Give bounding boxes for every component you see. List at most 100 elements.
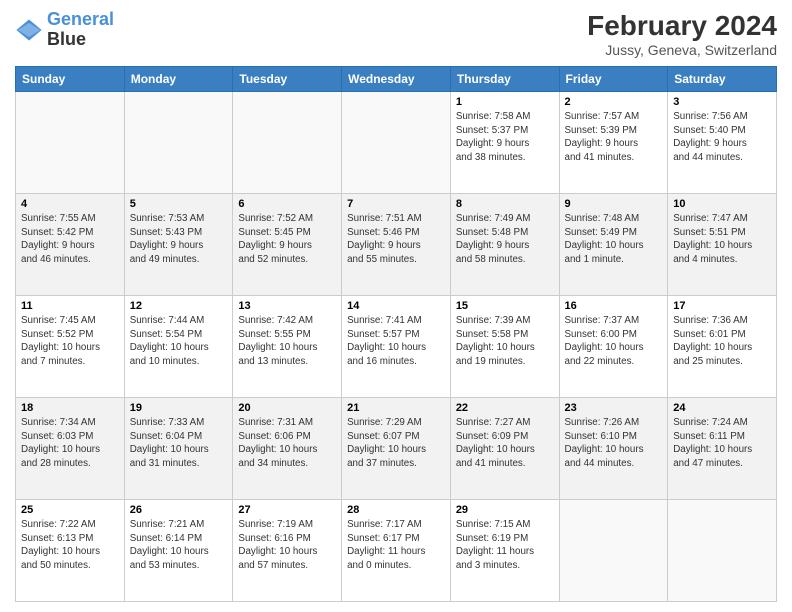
calendar-cell: 24 Sunrise: 7:24 AMSunset: 6:11 PMDayligh… [668,398,777,500]
day-number: 18 [21,402,119,414]
day-number: 19 [130,402,228,414]
day-number: 14 [347,300,445,312]
calendar-cell: 20 Sunrise: 7:31 AMSunset: 6:06 PMDayligh… [233,398,342,500]
calendar-table: SundayMondayTuesdayWednesdayThursdayFrid… [15,66,777,602]
calendar-header-row: SundayMondayTuesdayWednesdayThursdayFrid… [16,67,777,92]
day-number: 15 [456,300,554,312]
calendar-cell: 11 Sunrise: 7:45 AMSunset: 5:52 PMDayligh… [16,296,125,398]
day-info: Sunrise: 7:22 AMSunset: 6:13 PMDaylight:… [21,518,119,573]
calendar-cell: 7Sunrise: 7:51 AMSunset: 5:46 PMDaylight… [342,194,451,296]
day-number: 16 [565,300,663,312]
calendar-cell: 8 Sunrise: 7:49 AMSunset: 5:48 PMDaylight… [450,194,559,296]
day-info: Sunrise: 7:19 AMSunset: 6:16 PMDaylight:… [238,518,336,573]
day-number: 3 [673,96,771,108]
calendar-week-row: 1 Sunrise: 7:58 AMSunset: 5:37 PMDaylight… [16,92,777,194]
calendar-cell [559,500,668,602]
day-info: Sunrise: 7:27 AMSunset: 6:09 PMDaylight:… [456,416,554,471]
day-number: 29 [456,504,554,516]
calendar-cell: 9Sunrise: 7:48 AMSunset: 5:49 PMDaylight… [559,194,668,296]
calendar-header-saturday: Saturday [668,67,777,92]
calendar-cell: 13 Sunrise: 7:42 AMSunset: 5:55 PMDayligh… [233,296,342,398]
day-info: Sunrise: 7:37 AMSunset: 6:00 PMDaylight:… [565,314,663,369]
calendar-cell: 4 Sunrise: 7:55 AMSunset: 5:42 PMDaylight… [16,194,125,296]
day-info: Sunrise: 7:57 AMSunset: 5:39 PMDaylight:… [565,110,663,165]
calendar-cell: 21 Sunrise: 7:29 AMSunset: 6:07 PMDayligh… [342,398,451,500]
day-info: Sunrise: 7:29 AMSunset: 6:07 PMDaylight:… [347,416,445,471]
logo-text: General Blue [47,10,114,50]
day-info: Sunrise: 7:31 AMSunset: 6:06 PMDaylight:… [238,416,336,471]
calendar-cell: 5Sunrise: 7:53 AMSunset: 5:43 PMDaylight… [124,194,233,296]
calendar-cell: 12Sunrise: 7:44 AMSunset: 5:54 PMDayligh… [124,296,233,398]
calendar-cell: 18 Sunrise: 7:34 AMSunset: 6:03 PMDayligh… [16,398,125,500]
day-info: Sunrise: 7:42 AMSunset: 5:55 PMDaylight:… [238,314,336,369]
calendar-header-wednesday: Wednesday [342,67,451,92]
day-info: Sunrise: 7:36 AMSunset: 6:01 PMDaylight:… [673,314,771,369]
logo-icon [15,16,43,44]
day-info: Sunrise: 7:55 AMSunset: 5:42 PMDaylight:… [21,212,119,267]
calendar-cell [668,500,777,602]
calendar-cell: 29Sunrise: 7:15 AMSunset: 6:19 PMDayligh… [450,500,559,602]
calendar-cell: 16 Sunrise: 7:37 AMSunset: 6:00 PMDayligh… [559,296,668,398]
calendar-cell: 2Sunrise: 7:57 AMSunset: 5:39 PMDaylight… [559,92,668,194]
calendar-header-monday: Monday [124,67,233,92]
day-number: 27 [238,504,336,516]
day-info: Sunrise: 7:52 AMSunset: 5:45 PMDaylight:… [238,212,336,267]
calendar-cell [124,92,233,194]
day-info: Sunrise: 7:44 AMSunset: 5:54 PMDaylight:… [130,314,228,369]
day-number: 17 [673,300,771,312]
day-info: Sunrise: 7:21 AMSunset: 6:14 PMDaylight:… [130,518,228,573]
calendar-cell [233,92,342,194]
day-number: 13 [238,300,336,312]
day-number: 28 [347,504,445,516]
day-number: 8 [456,198,554,210]
day-number: 6 [238,198,336,210]
calendar-cell: 26 Sunrise: 7:21 AMSunset: 6:14 PMDayligh… [124,500,233,602]
calendar-cell: 3 Sunrise: 7:56 AMSunset: 5:40 PMDaylight… [668,92,777,194]
calendar-cell: 19 Sunrise: 7:33 AMSunset: 6:04 PMDayligh… [124,398,233,500]
day-number: 25 [21,504,119,516]
day-info: Sunrise: 7:17 AMSunset: 6:17 PMDaylight:… [347,518,445,573]
logo: General Blue [15,10,114,50]
calendar-header-tuesday: Tuesday [233,67,342,92]
day-number: 24 [673,402,771,414]
day-number: 26 [130,504,228,516]
calendar-cell: 17 Sunrise: 7:36 AMSunset: 6:01 PMDayligh… [668,296,777,398]
calendar-week-row: 25 Sunrise: 7:22 AMSunset: 6:13 PMDayligh… [16,500,777,602]
day-info: Sunrise: 7:24 AMSunset: 6:11 PMDaylight:… [673,416,771,471]
calendar-week-row: 18 Sunrise: 7:34 AMSunset: 6:03 PMDayligh… [16,398,777,500]
day-info: Sunrise: 7:41 AMSunset: 5:57 PMDaylight:… [347,314,445,369]
day-number: 20 [238,402,336,414]
day-info: Sunrise: 7:49 AMSunset: 5:48 PMDaylight:… [456,212,554,267]
calendar-week-row: 4 Sunrise: 7:55 AMSunset: 5:42 PMDaylight… [16,194,777,296]
day-info: Sunrise: 7:47 AMSunset: 5:51 PMDaylight:… [673,212,771,267]
day-info: Sunrise: 7:51 AMSunset: 5:46 PMDaylight:… [347,212,445,267]
calendar-cell: 22 Sunrise: 7:27 AMSunset: 6:09 PMDayligh… [450,398,559,500]
header: General Blue February 2024 Jussy, Geneva… [15,10,777,58]
calendar-header-thursday: Thursday [450,67,559,92]
title-area: February 2024 Jussy, Geneva, Switzerland [587,10,777,58]
day-number: 9 [565,198,663,210]
day-info: Sunrise: 7:53 AMSunset: 5:43 PMDaylight:… [130,212,228,267]
day-number: 11 [21,300,119,312]
calendar-cell: 23Sunrise: 7:26 AMSunset: 6:10 PMDayligh… [559,398,668,500]
calendar-cell [342,92,451,194]
calendar-cell: 6 Sunrise: 7:52 AMSunset: 5:45 PMDaylight… [233,194,342,296]
calendar-cell: 25 Sunrise: 7:22 AMSunset: 6:13 PMDayligh… [16,500,125,602]
day-info: Sunrise: 7:34 AMSunset: 6:03 PMDaylight:… [21,416,119,471]
month-title: February 2024 [587,10,777,42]
day-info: Sunrise: 7:58 AMSunset: 5:37 PMDaylight:… [456,110,554,165]
day-info: Sunrise: 7:45 AMSunset: 5:52 PMDaylight:… [21,314,119,369]
calendar-week-row: 11 Sunrise: 7:45 AMSunset: 5:52 PMDayligh… [16,296,777,398]
page: General Blue February 2024 Jussy, Geneva… [0,0,792,612]
day-number: 22 [456,402,554,414]
location: Jussy, Geneva, Switzerland [587,42,777,58]
day-number: 21 [347,402,445,414]
day-number: 4 [21,198,119,210]
day-info: Sunrise: 7:39 AMSunset: 5:58 PMDaylight:… [456,314,554,369]
day-info: Sunrise: 7:33 AMSunset: 6:04 PMDaylight:… [130,416,228,471]
day-info: Sunrise: 7:26 AMSunset: 6:10 PMDaylight:… [565,416,663,471]
calendar-header-friday: Friday [559,67,668,92]
calendar-cell: 27 Sunrise: 7:19 AMSunset: 6:16 PMDayligh… [233,500,342,602]
day-info: Sunrise: 7:56 AMSunset: 5:40 PMDaylight:… [673,110,771,165]
day-number: 1 [456,96,554,108]
